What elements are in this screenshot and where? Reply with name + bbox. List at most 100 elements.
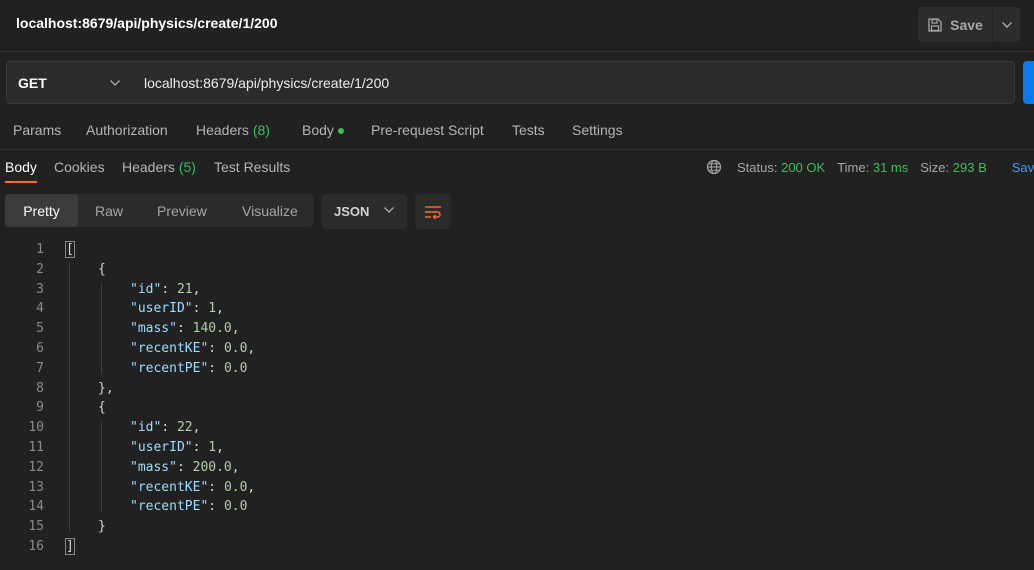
json-punctuation: :: [192, 301, 209, 317]
json-punctuation: :: [192, 440, 209, 455]
status-label: Status:: [737, 159, 778, 175]
size-label: Size:: [920, 159, 950, 175]
tab-headers-label: Headers: [196, 122, 249, 138]
json-punctuation: ,: [247, 341, 256, 356]
code-text: "mass": 140.0,: [130, 319, 240, 339]
save-group: Save: [918, 7, 1020, 42]
code-text: "userID": 1,: [130, 438, 224, 458]
code-line: 13 "recentKE": 0.0,: [0, 478, 1034, 498]
view-preview-button[interactable]: Preview: [157, 194, 207, 227]
json-punctuation: ,: [192, 281, 201, 297]
tab-tests[interactable]: Tests: [512, 122, 545, 138]
save-button-label: Save: [950, 16, 983, 33]
tab-params[interactable]: Params: [13, 122, 61, 138]
json-value: 0.0: [223, 499, 248, 515]
json-punctuation: :: [161, 420, 177, 436]
json-punctuation: ,: [216, 440, 224, 455]
line-number: 3: [36, 281, 44, 297]
json-punctuation: :: [208, 499, 224, 515]
line-number: 16: [28, 539, 44, 554]
save-button[interactable]: Save: [918, 7, 992, 42]
response-tab-cookies[interactable]: Cookies: [54, 159, 105, 175]
code-line: 1[: [0, 240, 1034, 260]
json-key: "mass": [130, 459, 177, 475]
view-raw-button[interactable]: Raw: [95, 194, 123, 227]
code-text: {: [98, 398, 106, 418]
code-text: "recentKE": 0.0,: [130, 339, 255, 359]
request-tabs: Params Authorization Headers (8) Body Pr…: [0, 113, 1034, 150]
response-tab-body[interactable]: Body: [5, 159, 37, 183]
view-pretty-button[interactable]: Pretty: [5, 194, 78, 227]
code-line: 7 "recentPE": 0.0: [0, 359, 1034, 379]
json-punctuation: ,: [231, 459, 240, 475]
url-input[interactable]: localhost:8679/api/physics/create/1/200: [131, 61, 1015, 104]
json-value: 0.0: [223, 479, 248, 495]
url-value: localhost:8679/api/physics/create/1/200: [144, 74, 390, 91]
status-value[interactable]: 200 OK: [781, 160, 825, 175]
globe-icon[interactable]: [706, 159, 722, 175]
time-value[interactable]: 31 ms: [873, 160, 908, 175]
send-button[interactable]: [1023, 61, 1034, 104]
tab-headers[interactable]: Headers (8): [196, 122, 270, 138]
code-text: },: [98, 379, 114, 399]
line-number: 1: [36, 242, 44, 257]
json-punctuation: ,: [247, 479, 256, 495]
json-punctuation: :: [208, 341, 224, 356]
line-number: 12: [28, 459, 44, 475]
tab-prerequest-script[interactable]: Pre-request Script: [371, 122, 484, 138]
code-line: 2{: [0, 260, 1034, 280]
time-label: Time:: [837, 159, 870, 175]
code-line: 6 "recentKE": 0.0,: [0, 339, 1034, 359]
headers-count: (8): [252, 122, 270, 138]
tab-body-label: Body: [302, 122, 334, 138]
save-icon: [928, 17, 942, 32]
json-punctuation: :: [208, 360, 224, 376]
line-number: 11: [28, 440, 44, 455]
response-body-viewer[interactable]: 1[2{3 "id": 21, 4 "userID": 1, 5 "mass": 140.…: [0, 240, 1034, 570]
response-tab-headers-label: Headers: [122, 159, 175, 175]
format-select[interactable]: JSON: [322, 194, 407, 229]
request-title[interactable]: localhost:8679/api/physics/create/1/200: [16, 15, 277, 31]
code-line: 9{: [0, 398, 1034, 418]
save-options-button[interactable]: [992, 7, 1020, 42]
code-line: 15}: [0, 517, 1034, 537]
response-tab-test-results[interactable]: Test Results: [214, 159, 290, 175]
json-punctuation: ,: [192, 420, 201, 436]
response-tab-headers[interactable]: Headers (5): [122, 159, 196, 175]
indent-guide: [69, 262, 70, 533]
format-value: JSON: [334, 204, 370, 219]
json-key: "recentPE": [130, 499, 209, 515]
json-key: "userID": [130, 301, 193, 317]
line-number: 5: [36, 321, 44, 337]
body-indicator-dot: [337, 128, 344, 135]
method-select[interactable]: GET: [6, 61, 132, 104]
wrap-lines-button[interactable]: [415, 194, 451, 229]
code-text: "recentKE": 0.0,: [130, 478, 255, 498]
json-punctuation: },: [98, 380, 114, 396]
code-line: 14 "recentPE": 0.0: [0, 497, 1034, 517]
json-punctuation: :: [176, 321, 193, 337]
view-visualize-button[interactable]: Visualize: [242, 194, 298, 227]
code-text: "id": 22,: [130, 418, 200, 438]
tab-settings[interactable]: Settings: [572, 122, 623, 138]
chevron-down-icon: [110, 80, 120, 86]
json-value: 200.0: [192, 459, 232, 475]
response-status-area: Status: 200 OK Time: 31 ms Size: 293 B S…: [706, 159, 1034, 175]
line-number: 14: [28, 499, 44, 515]
size-value[interactable]: 293 B: [953, 160, 987, 175]
line-number: 7: [36, 360, 44, 376]
json-punctuation: }: [98, 519, 106, 535]
indent-guide: [101, 282, 102, 374]
line-number: 2: [36, 261, 44, 277]
save-response-button[interactable]: Sav: [1012, 160, 1034, 175]
tab-authorization[interactable]: Authorization: [86, 122, 168, 138]
json-punctuation: {: [98, 400, 106, 416]
tab-body[interactable]: Body: [302, 122, 344, 138]
code-line: 4 "userID": 1,: [0, 299, 1034, 319]
json-value: 21: [176, 281, 193, 297]
chevron-down-icon: [1001, 21, 1012, 28]
indent-guide: [101, 421, 102, 513]
title-bar: localhost:8679/api/physics/create/1/200 …: [0, 0, 1034, 52]
json-punctuation: {: [98, 261, 106, 277]
json-key: "id": [130, 281, 162, 297]
